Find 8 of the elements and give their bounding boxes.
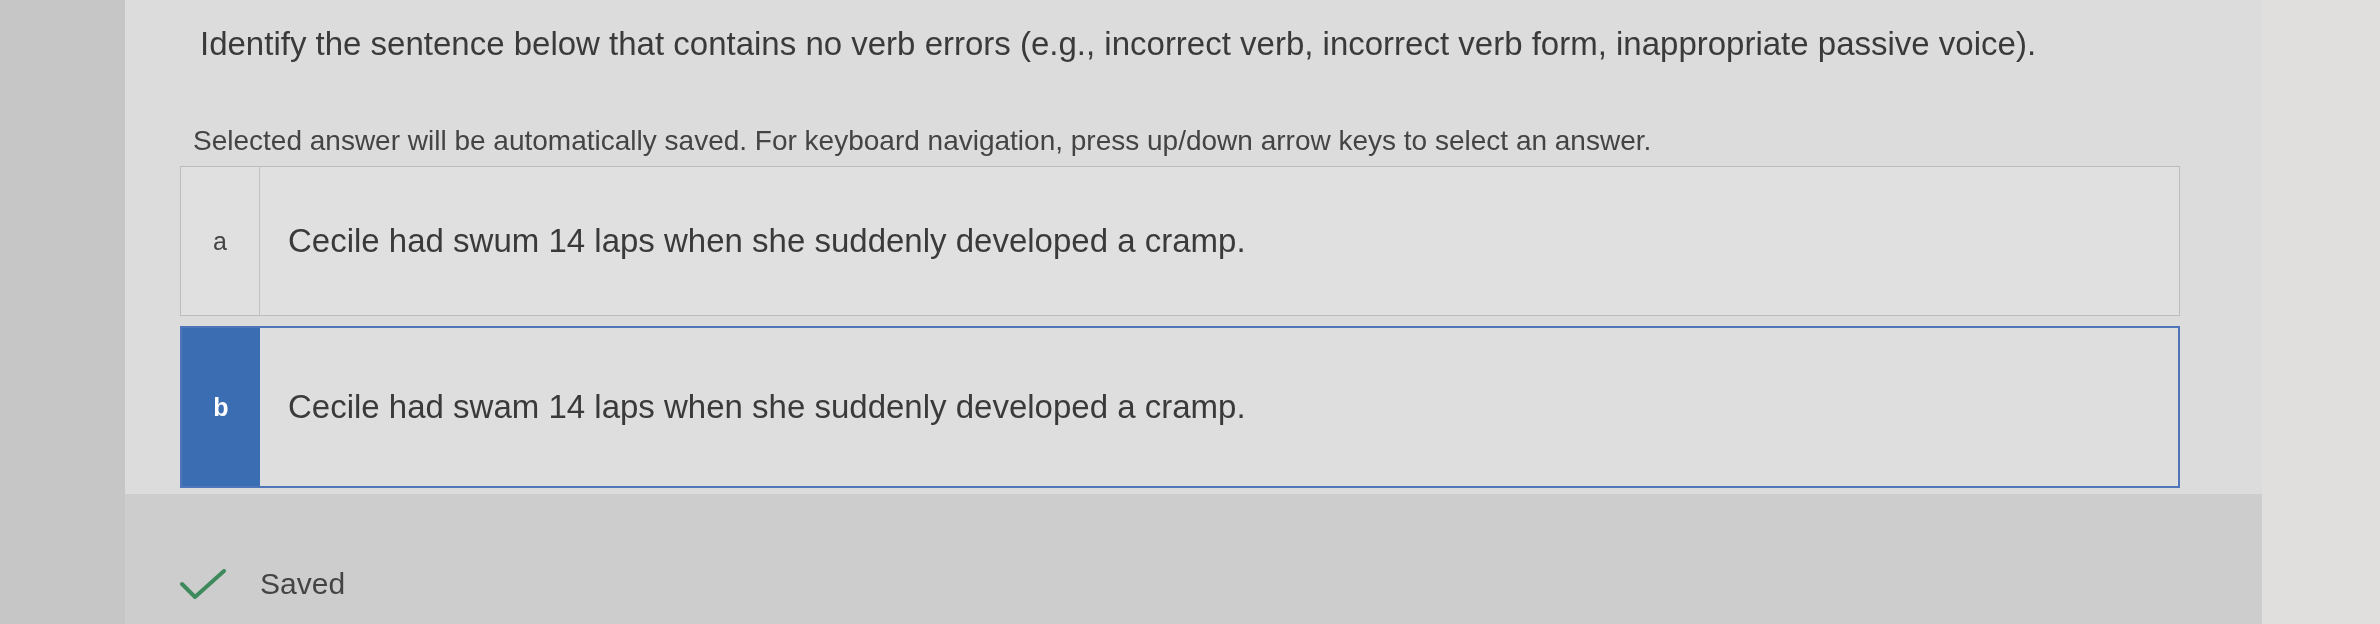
answer-option[interactable]: b Cecile had swam 14 laps when she suddenly developed a cramp.	[180, 326, 2180, 488]
question-text: Identify the sentence below that contains no verb errors (e.g., incorrect verb, incorrect verb form, inappropriate passive voice).	[200, 24, 2038, 64]
option-letter: a	[181, 167, 260, 315]
instructions-text: Selected answer will be automatically saved. For keyboard navigation, press up/down arrow keys to select an answer.	[193, 124, 1653, 158]
option-letter: b	[182, 328, 260, 486]
checkmark-icon	[180, 569, 226, 599]
answer-option[interactable]: a Cecile had swum 14 laps when she suddenly developed a cramp.	[180, 166, 2180, 316]
saved-status: Saved	[260, 567, 346, 601]
